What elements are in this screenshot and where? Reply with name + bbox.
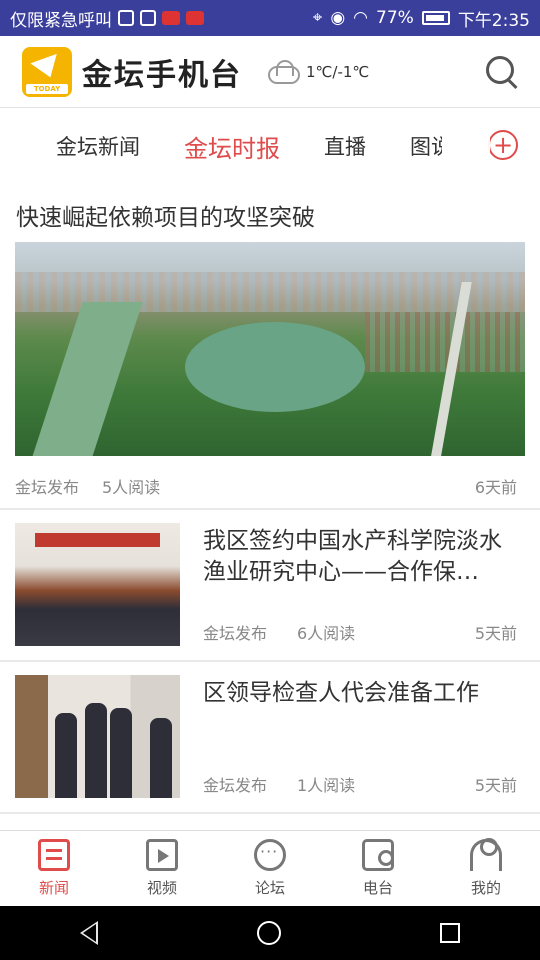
featured-reads: 5人阅读: [102, 478, 161, 497]
snow-cloud-icon: [264, 59, 300, 84]
wifi-icon: ◠: [353, 8, 369, 28]
user-icon: [470, 838, 502, 871]
article-thumbnail[interactable]: [15, 675, 180, 798]
news-icon: [38, 839, 70, 871]
chat-bubble-icon: [254, 839, 286, 871]
back-triangle-icon[interactable]: [79, 921, 98, 945]
app-logo: TODAY: [22, 46, 72, 97]
app-title: 金坛手机台: [82, 57, 242, 93]
tab-jintan-news[interactable]: 金坛新闻: [56, 131, 140, 161]
divider: [0, 660, 540, 662]
nav-video-label: 视频: [146, 879, 177, 897]
status-bar: 仅限紧急呼叫 ⌖ ◉ ◠ 77% 下午2:35: [0, 0, 540, 36]
featured-article-image[interactable]: [15, 242, 525, 456]
location-icon: ⌖: [312, 8, 323, 28]
clock-time: 下午2:35: [457, 10, 530, 31]
nav-forum-label: 论坛: [254, 879, 285, 897]
article-title[interactable]: 我区签约中国水产科学院淡水渔业研究中心——合作保…: [203, 526, 523, 588]
article-time: 5天前: [474, 624, 517, 643]
weather-temperature: 1℃/-1℃: [306, 62, 370, 81]
nav-news[interactable]: 新闻: [0, 831, 108, 906]
featured-article-title[interactable]: 快速崛起依赖项目的攻坚突破: [16, 198, 315, 232]
bottom-nav: 新闻 视频 论坛 电台 我的: [0, 830, 540, 906]
article-reads: 1人阅读: [297, 776, 356, 795]
tab-jintan-times[interactable]: 金坛时报: [184, 129, 280, 164]
status-bar-right: ⌖ ◉ ◠ 77% 下午2:35: [313, 6, 530, 31]
nav-video[interactable]: 视频: [108, 831, 216, 906]
radio-icon: [362, 839, 394, 871]
home-circle-icon[interactable]: [256, 921, 281, 945]
divider: [0, 508, 540, 510]
category-tabs: 金坛新闻 金坛时报 直播 图说 +: [0, 108, 540, 184]
article-source: 金坛发布: [203, 624, 268, 643]
article-title[interactable]: 区领导检查人代会准备工作: [203, 678, 523, 709]
tab-picture-story[interactable]: 图说: [410, 131, 442, 161]
article-reads: 6人阅读: [297, 624, 356, 643]
divider: [0, 812, 540, 814]
logo-today-text: TODAY: [26, 83, 68, 94]
plus-icon: +: [492, 131, 514, 159]
eye-icon: ◉: [330, 8, 346, 28]
download-icon: [118, 10, 134, 26]
nav-profile[interactable]: 我的: [432, 831, 540, 906]
notification-badge-icon: [162, 11, 180, 25]
nav-forum[interactable]: 论坛: [216, 831, 324, 906]
tab-live[interactable]: 直播: [324, 131, 366, 161]
notification-badge-icon: [186, 11, 204, 25]
article-source: 金坛发布: [203, 776, 268, 795]
featured-time: 6天前: [474, 478, 517, 497]
emergency-call-text: 仅限紧急呼叫: [10, 10, 112, 31]
status-bar-left: 仅限紧急呼叫: [10, 6, 313, 31]
app-notification-icon: [140, 10, 156, 26]
system-nav-bar: [0, 906, 540, 960]
nav-profile-label: 我的: [470, 879, 501, 897]
nav-news-label: 新闻: [38, 879, 69, 897]
battery-percent: 77%: [376, 8, 414, 28]
video-icon: [146, 839, 178, 871]
nav-radio-label: 电台: [362, 879, 393, 897]
article-thumbnail[interactable]: [15, 523, 180, 646]
app-header: TODAY 金坛手机台 1℃/-1℃: [0, 36, 540, 108]
add-tab-button[interactable]: +: [474, 122, 518, 172]
featured-source: 金坛发布: [15, 478, 80, 497]
search-button[interactable]: [482, 52, 522, 92]
battery-icon: [421, 11, 450, 25]
nav-radio[interactable]: 电台: [324, 831, 432, 906]
weather-widget[interactable]: 1℃/-1℃: [264, 59, 370, 84]
recent-apps-square-icon[interactable]: [440, 923, 461, 943]
article-time: 5天前: [474, 776, 517, 795]
